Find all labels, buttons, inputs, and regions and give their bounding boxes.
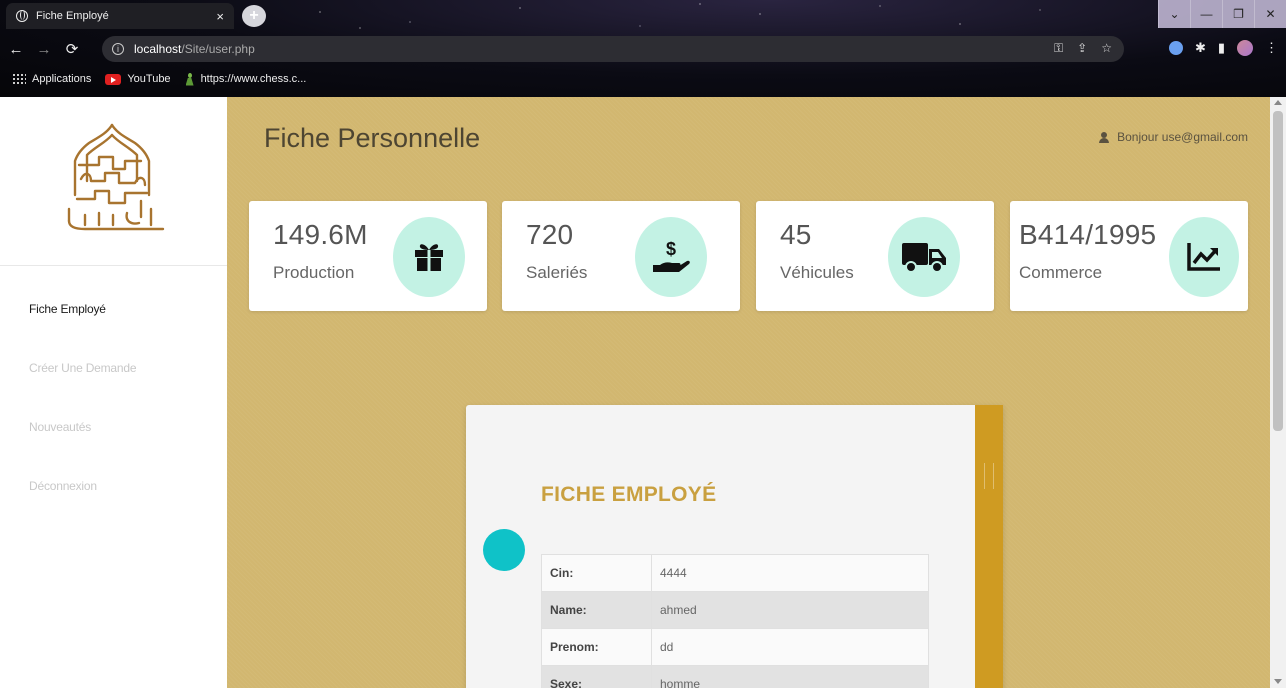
stat-value: 149.6M	[273, 219, 368, 250]
more-menu-icon[interactable]: ⋮	[1265, 40, 1278, 56]
extension-icon[interactable]	[1168, 41, 1183, 55]
page-scrollbar[interactable]	[1270, 97, 1286, 688]
chart-line-icon	[1187, 243, 1220, 271]
table-row: Sexe: homme	[541, 665, 929, 688]
url-path: /Site/user.php	[181, 42, 255, 56]
apps-grid-icon	[12, 73, 26, 85]
browser-tab[interactable]: Fiche Employé ×	[6, 3, 234, 29]
bookmarks-bar: Applications YouTube https://www.chess.c…	[0, 68, 306, 90]
stat-value: 720	[526, 219, 574, 250]
back-arrow-icon[interactable]: ←	[4, 41, 28, 58]
stat-value: 45	[780, 219, 812, 250]
bookmark-label: Applications	[32, 73, 92, 85]
row-value: 4444	[651, 554, 929, 592]
stat-icon-circle	[888, 217, 960, 297]
main-content: Fiche Personnelle Bonjour use@gmail.com …	[227, 97, 1270, 688]
table-row: Cin: 4444	[541, 554, 929, 592]
bookmark-chess[interactable]: https://www.chess.c...	[185, 72, 307, 86]
tab-title: Fiche Employé	[36, 10, 109, 22]
scrollbar-thumb[interactable]	[1273, 111, 1283, 431]
svg-text:$: $	[666, 239, 676, 259]
new-tab-button[interactable]: +	[242, 5, 266, 27]
forward-arrow-icon[interactable]: →	[32, 41, 56, 58]
table-row: Name: ahmed	[541, 591, 929, 629]
puzzle-icon[interactable]: ✱	[1195, 40, 1206, 56]
row-value: homme	[651, 665, 929, 688]
site-info-icon[interactable]: i	[112, 43, 124, 55]
stat-icon-circle	[393, 217, 465, 297]
sidebar-divider	[0, 265, 227, 266]
window-controls: ⌄ — ❐ ✕	[1158, 0, 1286, 28]
stat-card-commerce: B414/1995 Commerce	[1010, 201, 1248, 311]
browser-chrome: Fiche Employé × + ⌄ — ❐ ✕ ← → ⟳ i localh…	[0, 0, 1286, 97]
reload-icon[interactable]: ⟳	[60, 40, 84, 58]
sidebar-item-nouveautes[interactable]: Nouveautés	[29, 420, 91, 434]
greeting-text: Bonjour use@gmail.com	[1117, 130, 1248, 144]
profile-avatar-dot	[483, 529, 525, 571]
address-bar[interactable]: i localhost/Site/user.php ⚿ ⇪ ☆	[102, 36, 1124, 62]
row-value: ahmed	[651, 591, 929, 629]
row-key: Sexe:	[541, 665, 652, 688]
user-icon	[1099, 131, 1110, 143]
truck-icon	[902, 243, 946, 273]
employee-profile-panel: FICHE EMPLOYÉ Cin: 4444 Name: ahmed Pren…	[466, 405, 1003, 688]
company-logo	[67, 123, 165, 231]
user-greeting[interactable]: Bonjour use@gmail.com	[1099, 130, 1248, 144]
star-icon[interactable]: ☆	[1101, 41, 1112, 56]
sidebar-item-deconnexion[interactable]: Déconnexion	[29, 479, 97, 493]
row-key: Name:	[541, 591, 652, 629]
page-title: Fiche Personnelle	[264, 123, 481, 153]
profile-heading: FICHE EMPLOYÉ	[541, 483, 717, 506]
restore-icon[interactable]: ❐	[1222, 0, 1254, 28]
stat-label: Véhicules	[780, 263, 854, 282]
globe-icon	[16, 10, 28, 22]
minimize-icon[interactable]: —	[1190, 0, 1222, 28]
key-icon[interactable]: ⚿	[1054, 41, 1063, 56]
profile-side-accent	[975, 405, 1003, 688]
employee-info-table: Cin: 4444 Name: ahmed Prenom: dd Sexe: h…	[541, 554, 929, 688]
stat-card-salaries: 720 Saleriés $	[502, 201, 740, 311]
stat-card-production: 149.6M Production	[249, 201, 487, 311]
close-window-icon[interactable]: ✕	[1254, 0, 1286, 28]
stat-label: Commerce	[1019, 263, 1103, 282]
row-key: Cin:	[541, 554, 652, 592]
sidepanel-icon[interactable]: ▮	[1218, 40, 1225, 56]
url-host: localhost	[134, 42, 182, 56]
extensions-area: ✱ ▮ ⋮	[1168, 40, 1278, 56]
scroll-down-icon[interactable]	[1274, 679, 1282, 684]
scroll-up-icon[interactable]	[1274, 100, 1282, 105]
sidebar-item-fiche-employe[interactable]: Fiche Employé	[29, 302, 106, 316]
close-tab-icon[interactable]: ×	[216, 9, 224, 24]
share-icon[interactable]: ⇪	[1077, 41, 1087, 56]
profile-avatar-icon[interactable]	[1237, 40, 1253, 56]
table-row: Prenom: dd	[541, 628, 929, 666]
bookmark-label: YouTube	[127, 73, 171, 85]
stat-label: Saleriés	[526, 263, 588, 282]
bookmark-applications[interactable]: Applications	[12, 73, 91, 85]
stat-value: B414/1995	[1019, 219, 1157, 250]
chevron-down-icon[interactable]: ⌄	[1158, 0, 1190, 28]
browser-toolbar: ← → ⟳ i localhost/Site/user.php ⚿ ⇪ ☆ ✱ …	[0, 34, 1286, 64]
bookmark-youtube[interactable]: YouTube	[105, 73, 171, 85]
stat-icon-circle: $	[635, 217, 707, 297]
bookmark-label: https://www.chess.c...	[200, 73, 307, 85]
chess-icon	[185, 72, 195, 86]
sidebar-item-creer-demande[interactable]: Créer Une Demande	[29, 361, 137, 375]
hand-dollar-icon: $	[653, 239, 690, 272]
stat-label: Production	[273, 263, 355, 282]
gift-icon	[415, 244, 443, 271]
row-value: dd	[651, 628, 929, 666]
stat-card-vehicules: 45 Véhicules	[756, 201, 994, 311]
sidebar: Fiche Employé Créer Une Demande Nouveaut…	[0, 97, 227, 688]
youtube-icon	[105, 73, 122, 85]
address-bar-actions: ⚿ ⇪ ☆	[1054, 41, 1112, 56]
stat-icon-circle	[1169, 217, 1239, 297]
row-key: Prenom:	[541, 628, 652, 666]
